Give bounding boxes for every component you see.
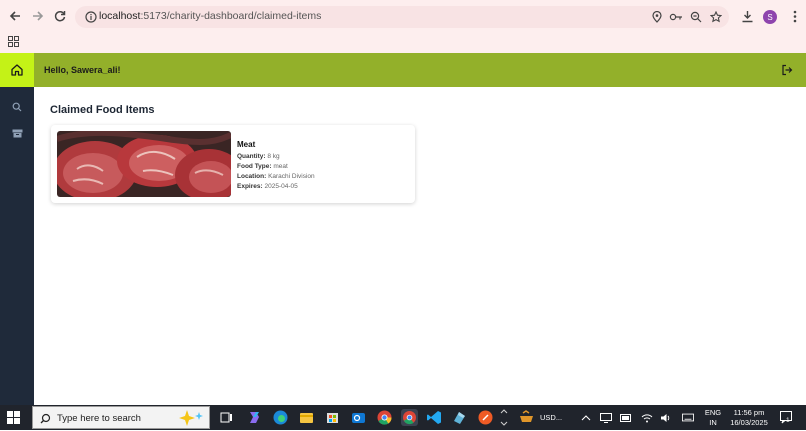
apps-grid-icon[interactable] [7, 35, 19, 47]
location-row: Location: Karachi Division [237, 172, 315, 182]
page-title: Claimed Food Items [50, 104, 155, 116]
app-header: Hello, Sawera_ali! [0, 53, 806, 87]
forward-icon[interactable] [30, 8, 46, 24]
language-indicator[interactable]: ENG IN [704, 408, 722, 428]
main-content: Claimed Food Items Meat Quantity: 8 kg F… [34, 87, 806, 405]
scroll-arrows-icon[interactable] [500, 407, 508, 428]
more-menu-icon[interactable] [787, 8, 803, 24]
url-path: :5173/charity-dashboard/claimed-items [140, 10, 322, 22]
reload-icon[interactable] [52, 8, 68, 24]
edge-icon[interactable] [272, 409, 289, 426]
search-icon[interactable] [10, 100, 24, 114]
notification-count: 1 [786, 417, 790, 424]
home-button[interactable] [0, 53, 34, 87]
expires-label: Expires: [237, 183, 263, 190]
location-value: Karachi Division [268, 173, 315, 180]
bookmarks-bar [0, 32, 806, 53]
chrome-active-icon[interactable] [401, 409, 418, 426]
volume-icon[interactable] [660, 412, 672, 423]
meat-image [57, 131, 231, 197]
url-host: localhost [99, 10, 141, 22]
chevron-up-icon[interactable] [580, 412, 592, 423]
profile-avatar[interactable]: S [763, 10, 777, 24]
bookmark-star-icon[interactable] [708, 9, 724, 25]
item-name: Meat [237, 140, 256, 149]
search-icon [39, 412, 51, 424]
windows-start-icon[interactable] [6, 410, 20, 424]
logout-icon[interactable] [780, 63, 794, 77]
battery-icon[interactable] [620, 412, 632, 423]
postman-icon[interactable] [477, 409, 494, 426]
weather-text[interactable]: USD... [540, 413, 562, 423]
password-key-icon[interactable] [668, 9, 684, 25]
wifi-icon[interactable] [641, 412, 653, 423]
food-type-row: Food Type: meat [237, 162, 315, 172]
food-type-label: Food Type: [237, 163, 272, 170]
app-icon[interactable] [451, 409, 468, 426]
clock-date: 16/03/2025 [730, 418, 768, 427]
location-label: Location: [237, 173, 267, 180]
expires-value: 2025-04-05 [264, 183, 298, 190]
keyboard-icon[interactable] [682, 412, 694, 423]
clock[interactable]: 11:56 pm 16/03/2025 [727, 408, 771, 428]
site-info-icon[interactable] [83, 9, 99, 25]
url-text[interactable]: localhost:5173/charity-dashboard/claimed… [99, 10, 321, 22]
zoom-icon[interactable] [688, 9, 704, 25]
box-icon[interactable] [10, 126, 24, 140]
item-details: Meat Quantity: 8 kg Food Type: meat Loca… [237, 140, 315, 192]
clock-time: 11:56 pm [733, 408, 765, 417]
address-bar[interactable]: localhost:5173/charity-dashboard/claimed… [75, 6, 729, 28]
download-icon[interactable] [739, 8, 755, 24]
display-icon[interactable] [600, 412, 612, 423]
quantity-label: Quantity: [237, 153, 266, 160]
home-icon [10, 63, 24, 77]
sparkle-icon [175, 409, 205, 427]
expires-row: Expires: 2025-04-05 [237, 182, 315, 192]
windows-taskbar: Type here to search USD... ENG IN 11:56 … [0, 405, 806, 430]
quantity-row: Quantity: 8 kg [237, 152, 315, 162]
back-icon[interactable] [7, 8, 23, 24]
quantity-value: 8 kg [267, 153, 280, 160]
lang-line2: IN [709, 418, 717, 427]
browser-toolbar: localhost:5173/charity-dashboard/claimed… [0, 0, 806, 32]
location-pin-icon[interactable] [649, 9, 665, 25]
chrome-icon[interactable] [376, 409, 393, 426]
outlook-icon[interactable] [350, 409, 367, 426]
copilot-icon[interactable] [246, 409, 263, 426]
claimed-item-card[interactable]: Meat Quantity: 8 kg Food Type: meat Loca… [51, 125, 415, 203]
microsoft-store-icon[interactable] [324, 409, 341, 426]
taskbar-search[interactable]: Type here to search [32, 406, 210, 429]
search-placeholder: Type here to search [57, 413, 141, 424]
vscode-icon[interactable] [426, 409, 443, 426]
task-view-icon[interactable] [218, 409, 235, 426]
lang-line1: ENG [704, 408, 722, 417]
greeting-text: Hello, Sawera_ali! [44, 65, 121, 75]
food-type-value: meat [273, 163, 288, 170]
weather-icon[interactable] [518, 409, 535, 426]
sidebar [0, 87, 34, 405]
file-explorer-icon[interactable] [298, 409, 315, 426]
